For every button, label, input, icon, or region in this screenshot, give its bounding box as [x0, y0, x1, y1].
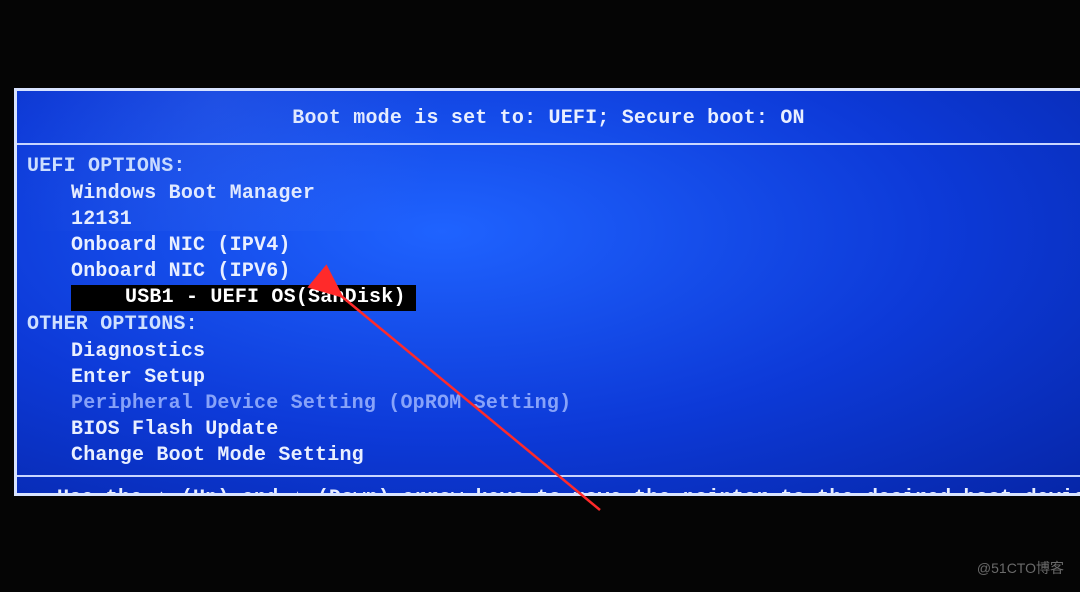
other-option-enter-setup[interactable]: Enter Setup: [17, 365, 1080, 391]
uefi-option-12131[interactable]: 12131: [17, 207, 1080, 233]
bios-boot-menu: Boot mode is set to: UEFI; Secure boot: …: [14, 88, 1080, 496]
option-label: Change Boot Mode Setting: [71, 444, 364, 467]
footer-text: (Down) arrow keys to move the pointer to…: [305, 487, 1080, 496]
boot-mode-status: Boot mode is set to: UEFI; Secure boot: …: [292, 107, 804, 130]
other-option-bios-flash-update[interactable]: BIOS Flash Update: [17, 417, 1080, 443]
option-label: Onboard NIC (IPV4): [71, 234, 291, 257]
uefi-option-onboard-nic-ipv4[interactable]: Onboard NIC (IPV4): [17, 233, 1080, 259]
boot-footer: Use the ↑ (Up) and ↓ (Down) arrow keys t…: [17, 475, 1080, 496]
footer-line-1: Use the ↑ (Up) and ↓ (Down) arrow keys t…: [31, 487, 1066, 496]
down-arrow-icon: ↓: [291, 487, 305, 496]
option-label: Diagnostics: [71, 340, 205, 363]
uefi-option-onboard-nic-ipv6[interactable]: Onboard NIC (IPV6): [17, 259, 1080, 285]
other-options-title: OTHER OPTIONS:: [17, 311, 1080, 339]
option-label: BIOS Flash Update: [71, 418, 278, 441]
option-label: Enter Setup: [71, 366, 205, 389]
option-label: Onboard NIC (IPV6): [71, 260, 291, 283]
other-option-diagnostics[interactable]: Diagnostics: [17, 339, 1080, 365]
up-arrow-icon: ↑: [155, 487, 169, 496]
footer-text: Use the: [57, 487, 155, 496]
watermark-text: @51CTO博客: [977, 558, 1064, 578]
option-label: Windows Boot Manager: [71, 182, 315, 205]
footer-text: (Up) and: [169, 487, 291, 496]
boot-header: Boot mode is set to: UEFI; Secure boot: …: [17, 91, 1080, 145]
option-label: USB1 - UEFI OS(SanDisk): [125, 286, 406, 309]
other-option-peripheral-device-setting[interactable]: Peripheral Device Setting (OpROM Setting…: [17, 391, 1080, 417]
screenshot-frame: Boot mode is set to: UEFI; Secure boot: …: [0, 0, 1080, 592]
uefi-options-title: UEFI OPTIONS:: [17, 153, 1080, 181]
option-label: Peripheral Device Setting (OpROM Setting…: [71, 392, 571, 415]
uefi-option-usb1-sandisk[interactable]: USB1 - UEFI OS(SanDisk): [71, 285, 416, 311]
boot-options-body: UEFI OPTIONS: Windows Boot Manager 12131…: [17, 145, 1080, 475]
uefi-option-windows-boot-manager[interactable]: Windows Boot Manager: [17, 181, 1080, 207]
option-label: 12131: [71, 208, 132, 231]
other-option-change-boot-mode[interactable]: Change Boot Mode Setting: [17, 443, 1080, 469]
